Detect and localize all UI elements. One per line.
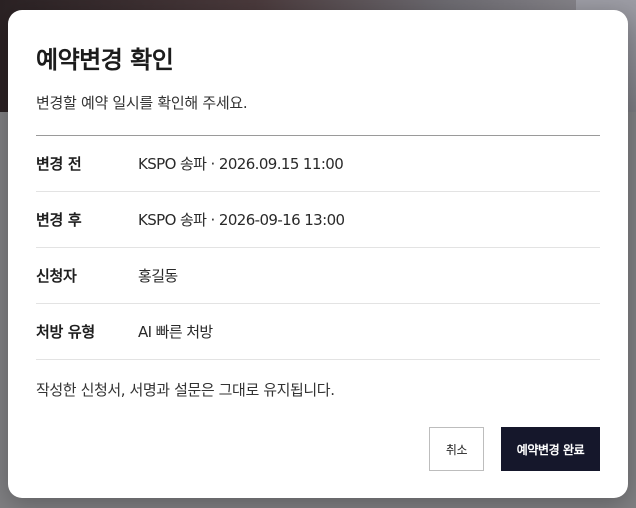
detail-value: 홍길동 <box>138 267 178 285</box>
reservation-detail-table: 변경 전 KSPO 송파 · 2026.09.15 11:00 변경 후 KSP… <box>36 135 600 360</box>
dialog-title: 예약변경 확인 <box>36 46 174 74</box>
dialog-subtitle: 변경할 예약 일시를 확인해 주세요. <box>36 94 248 112</box>
detail-row-before: 변경 전 KSPO 송파 · 2026.09.15 11:00 <box>36 136 600 192</box>
retention-notice: 작성한 신청서, 서명과 설문은 그대로 유지됩니다. <box>36 381 335 399</box>
confirm-change-button[interactable]: 예약변경 완료 <box>501 427 600 471</box>
detail-label: 신청자 <box>36 267 77 285</box>
detail-label: 변경 후 <box>36 211 82 229</box>
detail-value: KSPO 송파 · 2026.09.15 11:00 <box>138 155 344 173</box>
detail-value: AI 빠른 처방 <box>138 323 213 341</box>
detail-row-applicant: 신청자 홍길동 <box>36 248 600 304</box>
detail-row-prescription-type: 처방 유형 AI 빠른 처방 <box>36 304 600 360</box>
detail-value: KSPO 송파 · 2026-09-16 13:00 <box>138 211 345 229</box>
detail-label: 처방 유형 <box>36 323 95 341</box>
cancel-button[interactable]: 취소 <box>429 427 484 471</box>
reservation-change-dialog: 예약변경 확인 변경할 예약 일시를 확인해 주세요. 변경 전 KSPO 송파… <box>8 10 628 498</box>
detail-label: 변경 전 <box>36 155 82 173</box>
detail-row-after: 변경 후 KSPO 송파 · 2026-09-16 13:00 <box>36 192 600 248</box>
